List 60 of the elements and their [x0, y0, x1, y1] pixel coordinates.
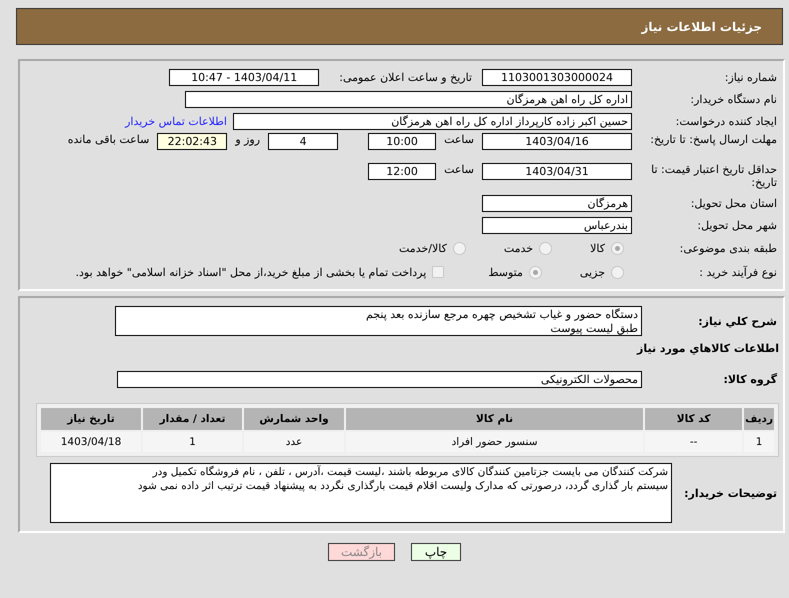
field-label: تاریخ و ساعت اعلان عمومی: [339, 70, 472, 84]
field-label: شهر محل تحویل: [696, 218, 778, 232]
text-field[interactable]: اداره کل راه اهن هرمزگان [185, 90, 632, 108]
field-label: حداقل تاریخ اعتبار قیمت: تا تاریخ: [650, 163, 778, 189]
field-label: گروه کالا: [722, 372, 778, 386]
field-label: شرح کلي نياز: [697, 314, 778, 328]
text-area[interactable]: دستگاه حضور و غیاب تشخیص چهره مرجع سازنده بعد پنجم طبق لیست پیوست [115, 306, 642, 336]
text-field[interactable]: 22:02:43 [157, 133, 228, 150]
field-label: نوع فرآیند خرید : [698, 266, 778, 278]
radio-label: کالا [590, 242, 605, 254]
column-header: تعداد / مقدار [143, 408, 242, 430]
field-label: ساعت باقی مانده [68, 133, 150, 146]
radio-button[interactable] [611, 242, 624, 254]
field-label: استان محل تحویل: [690, 196, 778, 210]
radio-button[interactable] [452, 242, 466, 254]
checkbox[interactable] [432, 266, 444, 278]
column-header: نام کالا [346, 408, 644, 430]
column-header: ردیف [744, 408, 774, 430]
field-label: پرداخت تمام یا بخشی از مبلغ خرید،از محل "اسناد خزانه اسلامی" خواهد بود. [76, 266, 426, 278]
text-field[interactable]: 12:00 [368, 163, 436, 180]
field-label: ساعت [444, 133, 474, 146]
column-header: واحد شمارش [244, 408, 344, 430]
table-cell: 1 [744, 432, 774, 452]
field-label: روز و [235, 133, 260, 146]
column-header: کد کالا [645, 408, 742, 430]
field-label: توضیحات خریدار: [683, 486, 778, 500]
field-label: مهلت ارسال پاسخ: تا تاریخ: [649, 133, 778, 146]
radio-button[interactable] [611, 266, 624, 278]
text-field[interactable]: 1403/04/11 - 10:47 [169, 68, 320, 86]
text-field[interactable]: 1403/04/31 [482, 163, 632, 180]
field-label: ایجاد کننده درخواست: [674, 114, 778, 128]
table-cell: 1403/04/18 [41, 432, 141, 452]
radio-label: خدمت [504, 242, 534, 254]
contact-link[interactable]: اطلاعات تماس خریدار [125, 114, 227, 128]
radio-button[interactable] [528, 266, 542, 278]
text-field[interactable]: هرمزگان [482, 194, 632, 212]
radio-button[interactable] [539, 242, 552, 254]
radio-label: متوسط [488, 266, 523, 278]
print-button[interactable]: چاپ [411, 543, 461, 561]
table-cell: سنسور حضور افراد [346, 432, 644, 452]
text-field[interactable]: بندرعباس [482, 216, 632, 234]
radio-label: جزیی [580, 266, 605, 278]
text-field[interactable]: 10:00 [368, 133, 436, 150]
text-field[interactable]: 4 [268, 133, 338, 150]
section-title: اطلاعات کالاهاي مورد نياز [636, 342, 779, 355]
text-field[interactable]: 1103001303000024 [482, 68, 632, 86]
table-cell: 1 [143, 432, 242, 452]
field-label: ساعت [444, 163, 474, 176]
table-cell: عدد [244, 432, 344, 452]
page-title: جزئیات اطلاعات نیاز [641, 20, 762, 34]
text-area[interactable]: شرکت کنندگان می بایست جزتامین کنندگان کالای مربوطه باشند ،لیست قیمت ،آدرس ، تلفن ، نام فروشگاه تکمیل ودر سیستم بار گذاری گردد، درصورتی که مدارک ولیست اقلام قیمت بارگذاری نگردد به پیشنهاد قیمت ترتیب اثر داده نمی شود [50, 463, 672, 523]
column-header: تاریخ نیاز [41, 408, 141, 430]
text-field[interactable]: محصولات الکترونیکی [117, 370, 642, 388]
text-field[interactable]: 1403/04/16 [482, 133, 632, 150]
field-label: طبقه بندی موضوعی: [678, 242, 778, 254]
field-label: نام دستگاه خریدار: [689, 92, 778, 106]
field-label: شماره نیاز: [724, 70, 778, 84]
table-cell: -- [645, 432, 742, 452]
radio-label: کالا/خدمت [399, 242, 447, 254]
text-field[interactable]: حسین اکبر زاده کارپرداز اداره کل راه اهن هرمزگان [233, 112, 632, 130]
